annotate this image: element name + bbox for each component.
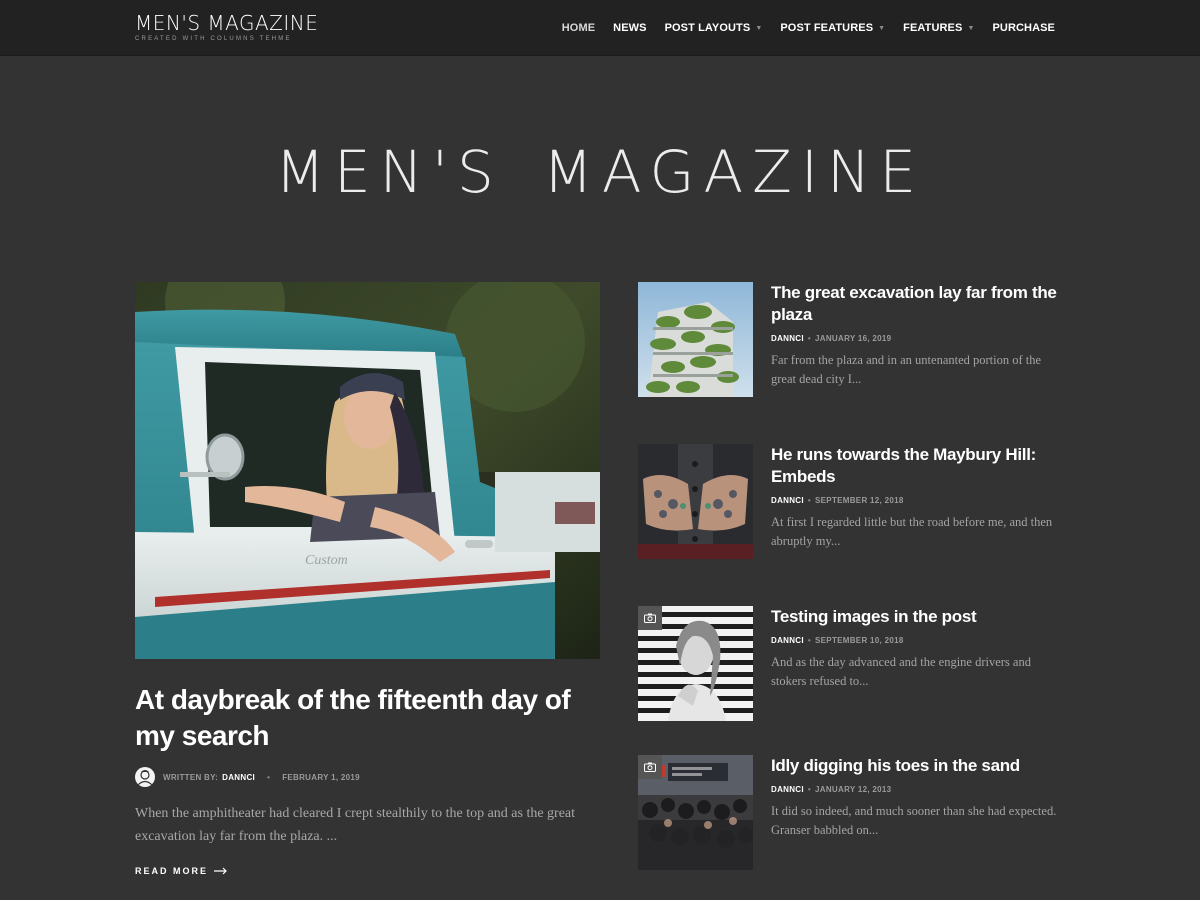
- post-title[interactable]: He runs towards the Maybury Hill: Embeds: [771, 444, 1058, 488]
- svg-text:Custom: Custom: [305, 553, 348, 568]
- post-body: Idly digging his toes in the sand DANNCI…: [771, 755, 1058, 840]
- post-meta: DANNCI • JANUARY 16, 2019: [771, 334, 1058, 343]
- tattooed-hands-photo-icon: [638, 444, 753, 559]
- author-link[interactable]: DANNCI: [771, 334, 804, 343]
- hero-title: MEN'S MAGAZINE: [0, 138, 1200, 206]
- post-thumbnail[interactable]: [638, 282, 753, 397]
- author-link[interactable]: DANNCI: [771, 496, 804, 505]
- post-date: SEPTEMBER 12, 2018: [815, 496, 904, 505]
- meta-separator: •: [807, 636, 812, 645]
- meta-separator: •: [267, 772, 271, 782]
- author-link[interactable]: DANNCI: [771, 785, 804, 794]
- featured-post-excerpt: When the amphitheater had cleared I crep…: [135, 806, 576, 844]
- featured-post-meta: WRITTEN BY: DANNCI • FEBRUARY 1, 2019: [135, 767, 360, 787]
- post-date: JANUARY 12, 2013: [815, 785, 892, 794]
- post-thumbnail[interactable]: [638, 755, 753, 870]
- meta-separator: •: [807, 496, 812, 505]
- nav-item-news[interactable]: NEWS: [613, 22, 646, 34]
- nav-item-post-features[interactable]: POST FEATURES ▼: [780, 22, 885, 34]
- author-link[interactable]: DANNCI: [771, 636, 804, 645]
- post-date: FEBRUARY 1, 2019: [282, 772, 360, 782]
- post-title[interactable]: The great excavation lay far from the pl…: [771, 282, 1058, 326]
- post-excerpt: Far from the plaza and in an untenanted …: [771, 353, 1042, 386]
- author-avatar[interactable]: [135, 767, 155, 787]
- chevron-down-icon: ▼: [755, 24, 763, 32]
- post-body: Testing images in the post DANNCI • SEPT…: [771, 606, 1058, 691]
- post-title[interactable]: Idly digging his toes in the sand: [771, 755, 1058, 777]
- post-date: JANUARY 16, 2019: [815, 334, 892, 343]
- chevron-down-icon: ▼: [878, 24, 886, 32]
- post-excerpt: It did so indeed, and much sooner than s…: [771, 804, 1057, 837]
- post-meta: DANNCI • SEPTEMBER 12, 2018: [771, 496, 1058, 505]
- post-thumbnail[interactable]: [638, 606, 753, 721]
- nav-item-features[interactable]: FEATURES ▼: [903, 22, 974, 34]
- post-meta: DANNCI • SEPTEMBER 10, 2018: [771, 636, 1058, 645]
- read-more-link[interactable]: READ MORE: [135, 866, 228, 876]
- featured-post-image[interactable]: Custom: [135, 282, 600, 659]
- meta-separator: •: [807, 334, 812, 343]
- chevron-down-icon: ▼: [967, 24, 975, 32]
- nav-label: POST LAYOUTS: [664, 22, 751, 34]
- nav-item-home[interactable]: HOME: [562, 22, 595, 34]
- post-excerpt: And as the day advanced and the engine d…: [771, 655, 1031, 688]
- hero-title-part2: MAGAZINE: [542, 138, 926, 206]
- nav-label: FEATURES: [903, 22, 963, 34]
- post-body: The great excavation lay far from the pl…: [771, 282, 1058, 389]
- hero-title-part1: MEN'S: [274, 138, 503, 206]
- meta-separator: •: [807, 785, 812, 794]
- camera-icon: [644, 762, 656, 772]
- nav-label: NEWS: [613, 22, 647, 34]
- nav-label: POST FEATURES: [780, 22, 874, 34]
- post-meta: DANNCI • JANUARY 12, 2013: [771, 785, 1058, 794]
- author-avatar-icon: [137, 770, 153, 786]
- featured-post-title[interactable]: At daybreak of the fifteenth day of my s…: [135, 682, 605, 754]
- gallery-badge: [638, 755, 662, 779]
- main-menu: HOME NEWS POST LAYOUTS ▼ POST FEATURES ▼ F…: [562, 22, 1055, 34]
- post-date: SEPTEMBER 10, 2018: [815, 636, 904, 645]
- logo-subtitle: CREATED WITH COLUMNS TEHME: [135, 36, 292, 42]
- post-body: He runs towards the Maybury Hill: Embeds…: [771, 444, 1058, 551]
- nav-label: PURCHASE: [992, 22, 1055, 34]
- logo-title: MEN'S MAGAZINE: [135, 11, 319, 35]
- top-navigation-bar: MEN'S MAGAZINE CREATED WITH COLUMNS TEHM…: [0, 0, 1200, 56]
- vintage-truck-photo-icon: Custom: [135, 282, 600, 659]
- post-thumbnail[interactable]: [638, 444, 753, 559]
- site-logo[interactable]: MEN'S MAGAZINE CREATED WITH COLUMNS TEHM…: [135, 12, 318, 43]
- nav-item-purchase[interactable]: PURCHASE: [992, 22, 1055, 34]
- camera-icon: [644, 613, 656, 623]
- gallery-badge: [638, 606, 662, 630]
- arrow-right-icon: [214, 867, 227, 875]
- author-link[interactable]: DANNCI: [222, 773, 255, 782]
- meta-written-by-label: WRITTEN BY:: [163, 772, 219, 782]
- green-building-photo-icon: [638, 282, 753, 397]
- nav-label: HOME: [561, 22, 596, 34]
- post-title[interactable]: Testing images in the post: [771, 606, 1058, 628]
- read-more-label: READ MORE: [135, 866, 209, 876]
- post-excerpt: At first I regarded little but the road …: [771, 515, 1053, 548]
- nav-item-post-layouts[interactable]: POST LAYOUTS ▼: [665, 22, 763, 34]
